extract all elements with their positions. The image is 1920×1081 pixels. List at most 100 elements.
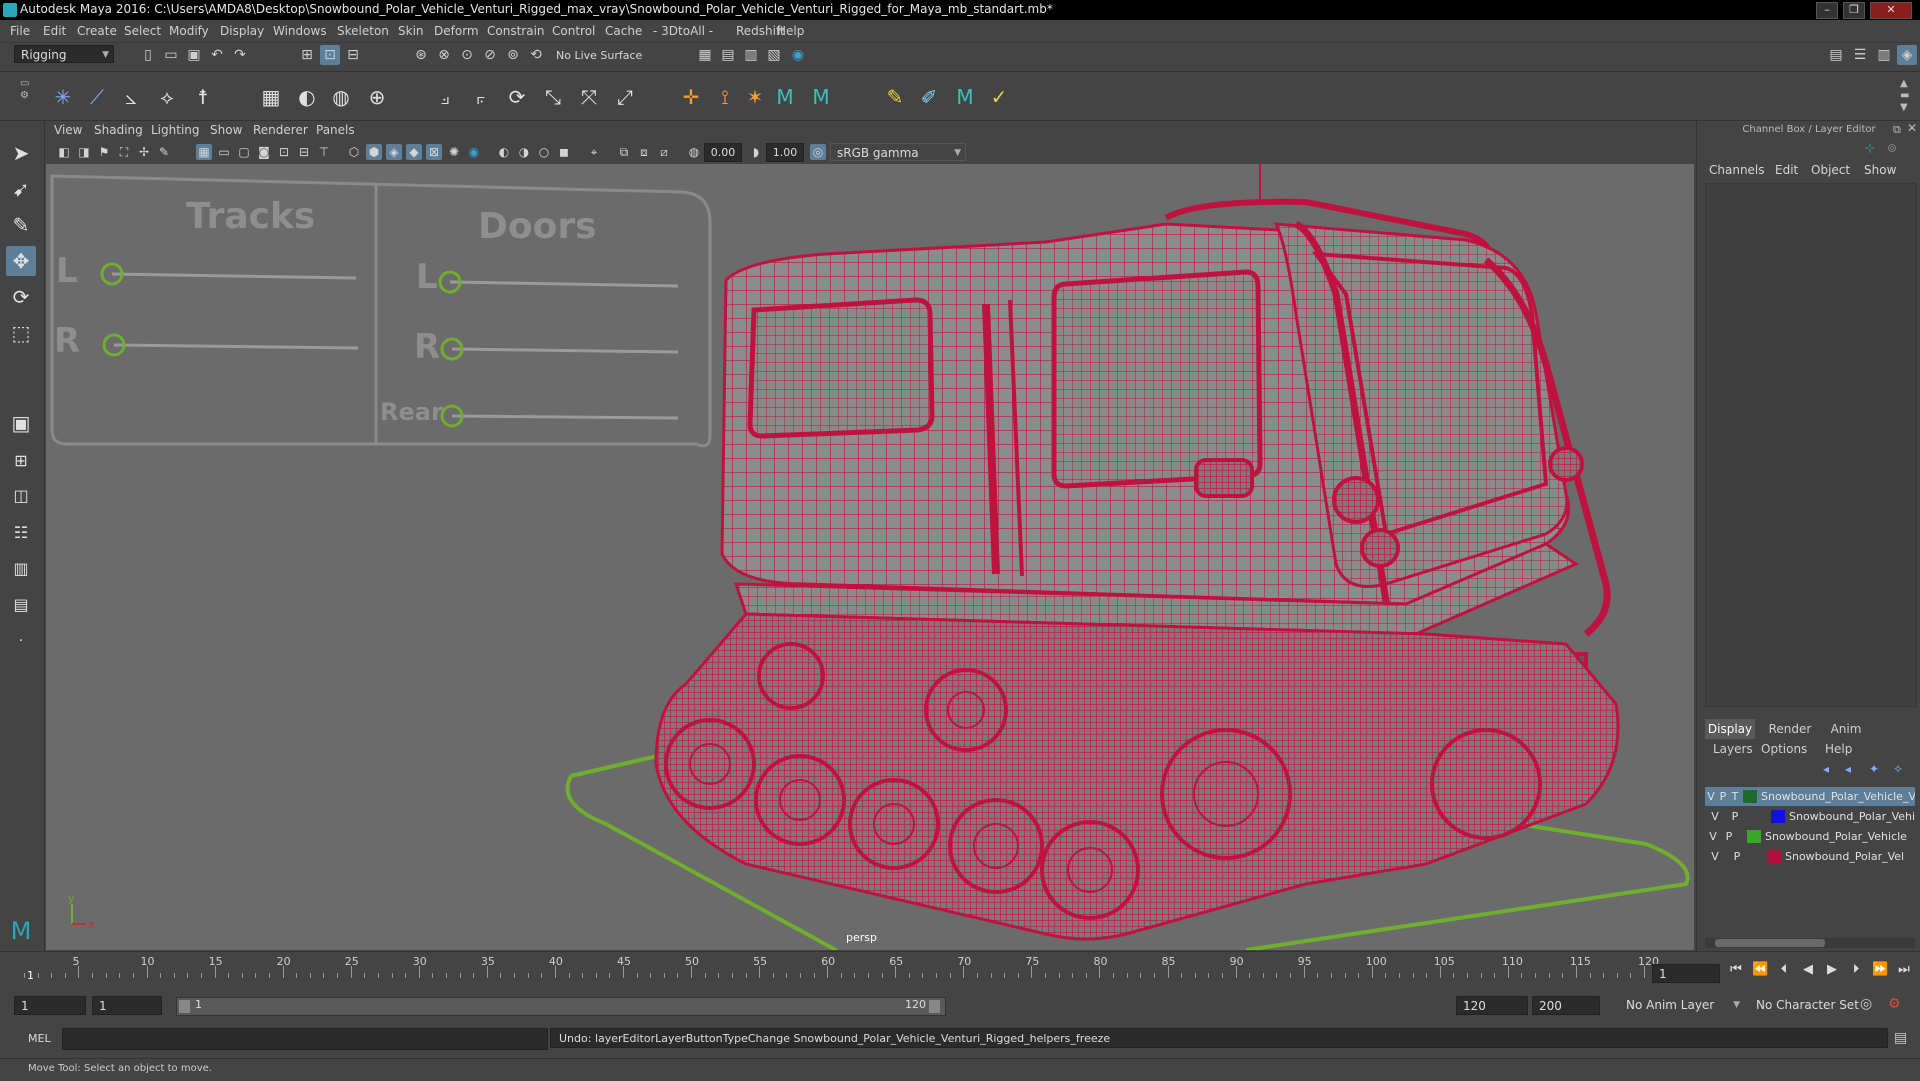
safe-title-icon[interactable]: ⊤ [316, 144, 332, 160]
modeling-toolkit-icon[interactable]: ▤ [1826, 45, 1846, 65]
field-chart-icon[interactable]: ⊡ [276, 144, 292, 160]
script-editor-icon[interactable]: ▤ [1894, 1030, 1907, 1046]
command-input[interactable] [62, 1028, 548, 1050]
xray-active-icon[interactable]: ⧉ [616, 144, 632, 160]
two-d-pan-icon[interactable]: ✢ [136, 144, 152, 160]
view-transform-dropdown[interactable]: sRGB gamma ▼ [830, 143, 966, 161]
rig-control-panel[interactable]: Tracks Doors L R L R Rear [50, 174, 712, 448]
current-frame-field[interactable]: 1 [1652, 964, 1720, 983]
snap-grid-icon[interactable]: ⊛ [411, 45, 431, 65]
go-to-start-icon[interactable]: ⏮ [1728, 962, 1744, 978]
channel-box-toggle-icon[interactable]: ◈ [1897, 45, 1917, 65]
blendshape-icon[interactable]: ⊕ [362, 82, 392, 112]
script-language-toggle[interactable]: MEL [28, 1032, 51, 1045]
graph-layout-icon[interactable]: ▥ [6, 554, 36, 584]
new-scene-icon[interactable]: ▯ [138, 45, 158, 65]
script-icon-1[interactable]: ✎ [880, 82, 910, 112]
panel-menu-panels[interactable]: Panels [316, 123, 355, 137]
snap-view-icon[interactable]: ⊘ [480, 45, 500, 65]
layer-type-toggle[interactable]: T [1729, 787, 1741, 806]
image-plane-icon[interactable]: ⛶ [116, 144, 132, 160]
check-icon[interactable]: ✓ [984, 82, 1014, 112]
go-to-end-icon[interactable]: ⏭ [1896, 962, 1912, 978]
layer-visibility-toggle[interactable]: V [1709, 847, 1721, 866]
shelf-scroll-icon[interactable]: ▲ ▬ ▼ [1900, 78, 1914, 114]
panel-menu-renderer[interactable]: Renderer [253, 123, 308, 137]
layer-color-swatch[interactable] [1747, 830, 1761, 843]
sparkle-icon[interactable]: ✶ [740, 82, 770, 112]
shelf-tabs-icon[interactable]: ▭ ⚙ [20, 78, 30, 114]
character-set-dropdown[interactable]: No Character Set [1750, 996, 1870, 1014]
snap-curve-icon[interactable]: ⊗ [434, 45, 454, 65]
snowbound-polar-vehicle-mesh[interactable] [654, 164, 1620, 941]
camera-attributes-icon[interactable]: ◨ [76, 144, 92, 160]
new-layer-selected-icon[interactable]: ✧ [1893, 762, 1903, 776]
object-menu[interactable]: Object [1811, 163, 1850, 177]
select-by-component-icon[interactable]: ⊟ [343, 45, 363, 65]
humanik-icon[interactable]: ☨ [188, 82, 218, 112]
edit-menu[interactable]: Edit [1775, 163, 1798, 177]
lattice-icon[interactable]: ▦ [256, 82, 286, 112]
parent-constraint-icon[interactable]: ⤧ [574, 82, 604, 112]
rotate-tool-icon[interactable]: ⟳ [6, 282, 36, 312]
menu-set-dropdown[interactable]: Rigging ▼ [14, 45, 114, 63]
playback-end-field[interactable]: 120 [1456, 996, 1528, 1015]
panel-menu-lighting[interactable]: Lighting [151, 123, 200, 137]
tab-anim[interactable]: Anim [1821, 719, 1871, 739]
show-menu[interactable]: Show [1864, 163, 1896, 177]
range-start-handle[interactable] [179, 1000, 190, 1013]
resolution-gate-icon[interactable]: ▢ [236, 144, 252, 160]
textured-icon[interactable]: ◆ [406, 144, 422, 160]
layer-row-4[interactable]: V P Snowbound_Polar_Vel [1705, 847, 1915, 866]
menu-windows[interactable]: Windows [273, 24, 327, 38]
aim-constraint-icon[interactable]: ⟔ [466, 82, 496, 112]
menu-control[interactable]: Control [552, 24, 595, 38]
maya-m-icon-3[interactable]: M [950, 82, 980, 112]
render-view-icon[interactable]: ▧ [764, 45, 784, 65]
move-layer-down-icon[interactable]: ◂ [1845, 762, 1851, 776]
new-layer-icon[interactable]: ✦ [1869, 762, 1879, 776]
anim-layer-dropdown[interactable]: No Anim Layer ▼ [1620, 996, 1744, 1014]
range-end-handle[interactable] [929, 1000, 940, 1013]
menu-deform[interactable]: Deform [434, 24, 479, 38]
step-forward-frame-icon[interactable]: ⏩ [1872, 962, 1888, 978]
channels-menu[interactable]: Channels [1709, 163, 1765, 177]
close-panel-icon[interactable]: ✕ [1907, 121, 1917, 135]
layer-color-swatch[interactable] [1743, 790, 1757, 803]
layer-visibility-toggle[interactable]: V [1707, 827, 1719, 846]
shadows-icon[interactable]: ✺ [446, 144, 462, 160]
layer-visibility-toggle[interactable]: V [1705, 787, 1717, 806]
maximize-button[interactable]: ❐ [1843, 2, 1865, 19]
minimize-button[interactable]: – [1816, 2, 1838, 19]
snap-point-icon[interactable]: ⊙ [457, 45, 477, 65]
layer-color-swatch[interactable] [1771, 810, 1785, 823]
gamma-icon[interactable]: ◗ [748, 144, 764, 160]
layer-playback-toggle[interactable]: P [1731, 847, 1743, 866]
gate-mask-icon[interactable]: ◙ [256, 144, 272, 160]
anti-aliasing-icon[interactable]: ◑ [516, 144, 532, 160]
script-icon-2[interactable]: ✐ [914, 82, 944, 112]
render-settings-icon[interactable]: ▦ [695, 45, 715, 65]
help-menu[interactable]: Help [1825, 742, 1852, 756]
menu-file[interactable]: File [10, 24, 30, 38]
menu-help[interactable]: Help [777, 24, 804, 38]
grease-pencil-icon[interactable]: ✎ [156, 144, 172, 160]
hypershade-icon[interactable]: ◉ [788, 45, 808, 65]
cluster-icon[interactable]: ◐ [292, 82, 322, 112]
outliner-icon[interactable]: ⊚ [1887, 141, 1897, 155]
layer-playback-toggle[interactable]: P [1717, 787, 1729, 806]
menu-3dtoall[interactable]: - 3DtoAll - [653, 24, 713, 38]
step-back-key-icon[interactable]: ⏴ [1776, 962, 1792, 978]
tab-display[interactable]: Display [1705, 719, 1755, 739]
four-pane-layout-icon[interactable]: ⊞ [6, 446, 36, 476]
custom-layout-icon[interactable]: ▤ [6, 590, 36, 620]
save-scene-icon[interactable]: ▣ [184, 45, 204, 65]
channel-list[interactable] [1705, 183, 1917, 707]
exposure-icon[interactable]: ◍ [686, 144, 702, 160]
attribute-editor-icon[interactable]: ☰ [1850, 45, 1870, 65]
range-slider[interactable]: 1 120 [176, 997, 946, 1016]
ik-handle-icon[interactable]: ⟋ [82, 82, 112, 112]
layer-color-swatch[interactable] [1767, 850, 1781, 863]
panel-menu-view[interactable]: View [54, 123, 82, 137]
menu-select[interactable]: Select [124, 24, 161, 38]
